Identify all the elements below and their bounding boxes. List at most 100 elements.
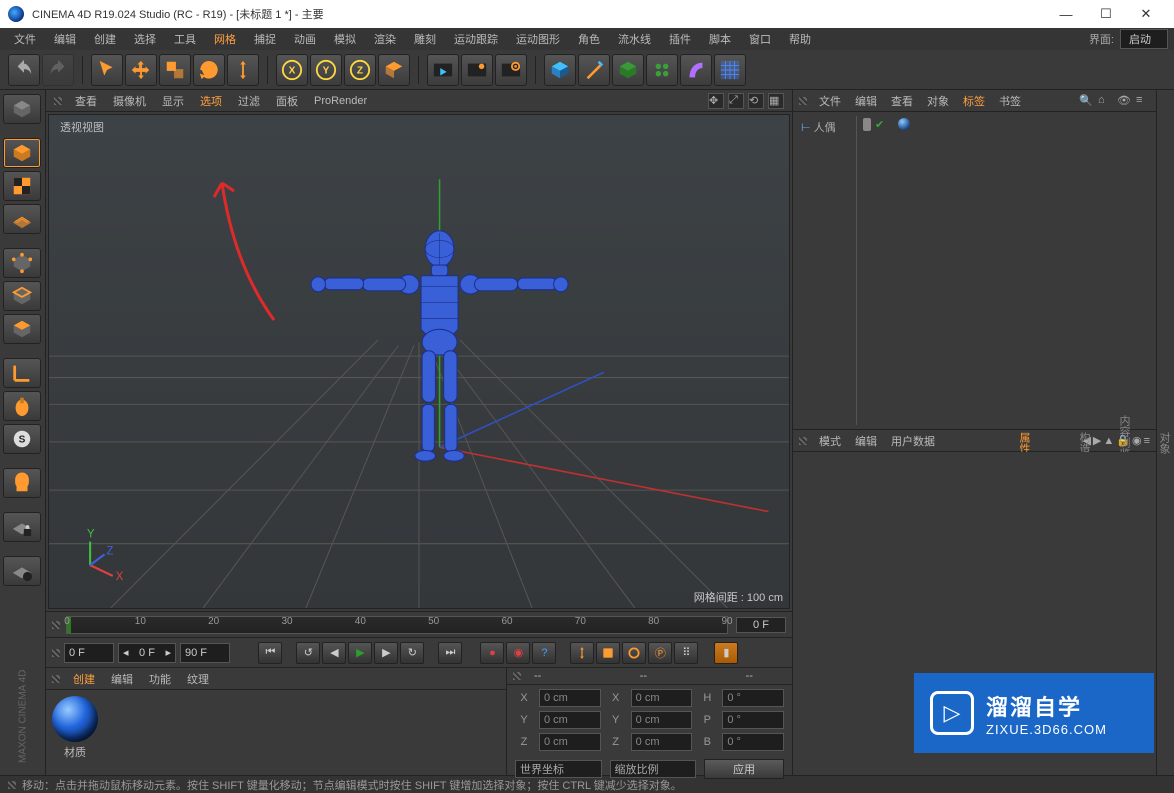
vpmenu-摄像机[interactable]: 摄像机 [106,91,153,111]
timeline-ruler[interactable]: 0102030405060708090 [66,616,728,634]
coord-size[interactable]: 0 cm [631,711,693,729]
grip-icon[interactable] [52,675,60,683]
objmenu-对象[interactable]: 对象 [921,91,955,111]
grip-icon[interactable] [513,672,521,680]
axis-tool[interactable] [3,358,41,388]
grip-icon[interactable] [54,97,62,105]
deformer-bend[interactable] [680,54,712,86]
goto-end-button[interactable]: ⏭ [438,642,462,664]
menu-插件[interactable]: 插件 [661,29,699,49]
apply-button[interactable]: 应用 [704,759,784,779]
generator-array[interactable] [646,54,678,86]
viewport-nav-icon[interactable]: ✥ [708,93,724,109]
viewport-solo[interactable] [3,556,41,586]
environment-floor[interactable] [714,54,746,86]
coord-space-select[interactable]: 世界坐标 [515,760,602,778]
objmenu-书签[interactable]: 书签 [993,91,1027,111]
tweak-mode[interactable] [3,391,41,421]
object-name[interactable]: 人偶 [814,119,836,135]
coord-system[interactable] [378,54,410,86]
minimize-button[interactable]: — [1046,0,1086,28]
generator-nurbs[interactable] [612,54,644,86]
key-scale[interactable] [596,642,620,664]
menu-文件[interactable]: 文件 [6,29,44,49]
home-icon[interactable]: ⌂ [1098,94,1112,108]
material-name[interactable]: 材质 [52,744,98,760]
poly-mode[interactable] [3,314,41,344]
snap-toggle[interactable]: S [3,424,41,454]
visibility-toggle[interactable] [863,118,871,126]
keyhelp-button[interactable]: ? [532,642,556,664]
rotate-tool[interactable] [193,54,225,86]
grip-icon[interactable] [52,649,60,657]
axis-x-toggle[interactable]: X [276,54,308,86]
menu-网格[interactable]: 网格 [206,29,244,49]
tab-objects[interactable]: 对象 [1154,424,1174,462]
object-item[interactable]: ⊢ 人偶 [801,118,852,136]
render-settings[interactable] [495,54,527,86]
menu-选择[interactable]: 选择 [126,29,164,49]
coord-pos[interactable]: 0 cm [539,711,601,729]
search-icon[interactable]: 🔍 [1079,94,1093,108]
menu-窗口[interactable]: 窗口 [741,29,779,49]
coord-rot[interactable]: 0 ° [722,733,784,751]
objmenu-标签[interactable]: 标签 [957,91,991,111]
edge-mode[interactable] [3,281,41,311]
render-pv[interactable] [461,54,493,86]
timeline[interactable]: 0102030405060708090 0 F [46,611,792,637]
vpmenu-面板[interactable]: 面板 [269,91,305,111]
grip-icon[interactable] [799,97,807,105]
key-pos[interactable] [570,642,594,664]
model-mode[interactable] [3,138,41,168]
menu-渲染[interactable]: 渲染 [366,29,404,49]
viewport[interactable]: 透视视图 [48,114,790,609]
vpmenu-ProRender[interactable]: ProRender [307,93,374,109]
coord-size[interactable]: 0 cm [631,733,693,751]
eye-icon[interactable]: 👁 [1117,94,1131,108]
grip-icon[interactable] [799,437,807,445]
undo-button[interactable] [8,54,40,86]
menu-动画[interactable]: 动画 [286,29,324,49]
move-tool[interactable] [125,54,157,86]
menu-角色[interactable]: 角色 [570,29,608,49]
coord-rot[interactable]: 0 ° [722,689,784,707]
goto-start-button[interactable]: ⏮ [258,642,282,664]
menu-运动图形[interactable]: 运动图形 [508,29,568,49]
render-view[interactable] [427,54,459,86]
autokey-button[interactable]: ◉ [506,642,530,664]
redo-button[interactable] [42,54,74,86]
axis-z-toggle[interactable]: Z [344,54,376,86]
attrmenu-模式[interactable]: 模式 [813,431,847,451]
start-frame-field[interactable]: 0 F [64,643,114,663]
key-rot[interactable] [622,642,646,664]
matmenu-编辑[interactable]: 编辑 [104,669,140,689]
key-pla[interactable]: ⠿ [674,642,698,664]
menu-雕刻[interactable]: 雕刻 [406,29,444,49]
menu-运动跟踪[interactable]: 运动跟踪 [446,29,506,49]
axis-y-toggle[interactable]: Y [310,54,342,86]
menu-icon[interactable]: ≡ [1136,94,1150,108]
play-button[interactable]: ▶ [348,642,372,664]
phong-tag-icon[interactable] [898,118,910,130]
grip-icon[interactable] [8,781,16,789]
matmenu-创建[interactable]: 创建 [66,669,102,689]
next-key-button[interactable]: ↻ [400,642,424,664]
viewport-rotate-icon[interactable]: ⟲ [748,93,764,109]
texture-mode[interactable] [3,171,41,201]
menu-脚本[interactable]: 脚本 [701,29,739,49]
workplane-lock[interactable] [3,512,41,542]
menu-编辑[interactable]: 编辑 [46,29,84,49]
spline-pen[interactable] [578,54,610,86]
menu-工具[interactable]: 工具 [166,29,204,49]
scale-tool[interactable] [159,54,191,86]
menu-流水线[interactable]: 流水线 [610,29,659,49]
attrmenu-编辑[interactable]: 编辑 [849,431,883,451]
viewport-layout-icon[interactable]: ▦ [768,93,784,109]
check-icon[interactable]: ✔ [875,118,884,131]
point-mode[interactable] [3,248,41,278]
matmenu-功能[interactable]: 功能 [142,669,178,689]
lastused-tool[interactable] [227,54,259,86]
prev-key-button[interactable]: ↺ [296,642,320,664]
maximize-button[interactable]: ☐ [1086,0,1126,28]
workplane-mode[interactable] [3,204,41,234]
